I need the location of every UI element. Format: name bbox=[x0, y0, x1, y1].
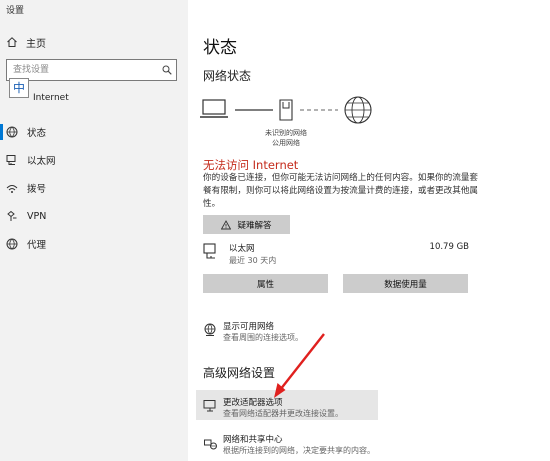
change-adapter-options-link[interactable]: 更改适配器选项 查看网络适配器并更改连接设置。 bbox=[203, 396, 463, 426]
proxy-globe-icon bbox=[6, 238, 18, 250]
data-usage-label: 数据使用量 bbox=[384, 279, 427, 290]
dialup-icon bbox=[6, 185, 18, 193]
sidebar-section-header: Internet bbox=[33, 93, 69, 103]
sidebar-item-label: 以太网 bbox=[27, 156, 56, 167]
sidebar-item-dialup[interactable]: 拨号 bbox=[0, 177, 188, 199]
ethernet-icon bbox=[6, 155, 16, 165]
main-content: 状态 网络状态 未识别的网络 公用网络 无法访问 Internet 你的设备已连… bbox=[188, 0, 550, 461]
advanced-settings-heading: 高级网络设置 bbox=[203, 366, 276, 380]
sidebar-item-label: 代理 bbox=[27, 240, 47, 251]
internet-globe-icon bbox=[344, 96, 372, 124]
page-title: 状态 bbox=[203, 38, 237, 58]
troubleshoot-button[interactable]: 疑难解答 bbox=[203, 215, 290, 234]
sidebar-home[interactable]: 主页 bbox=[6, 34, 46, 50]
home-icon bbox=[7, 37, 17, 47]
show-available-networks-link[interactable]: 显示可用网络 查看周围的连接选项。 bbox=[203, 320, 463, 350]
sharing-center-icon bbox=[204, 439, 217, 450]
sharing-center-title: 网络和共享中心 bbox=[223, 435, 283, 445]
ethernet-adapter-icon bbox=[203, 243, 216, 259]
search-box[interactable] bbox=[6, 59, 177, 81]
sidebar-item-label: 状态 bbox=[27, 128, 47, 139]
network-sharing-center-link[interactable]: 网络和共享中心 根据所连接到的网络，决定要共享的内容。 bbox=[203, 433, 463, 461]
settings-sidebar: 设置 主页 中 Internet 状态 以太网 bbox=[0, 0, 188, 461]
show-networks-subtitle: 查看周围的连接选项。 bbox=[223, 333, 303, 342]
sidebar-item-label: VPN bbox=[27, 210, 47, 222]
connection-row: 以太网 最近 30 天内 10.79 GB bbox=[203, 240, 469, 268]
sharing-center-subtitle: 根据所连接到的网络，决定要共享的内容。 bbox=[223, 446, 375, 455]
error-title: 无法访问 Internet bbox=[203, 158, 299, 172]
warning-icon bbox=[221, 219, 232, 229]
globe-network-icon bbox=[204, 323, 216, 336]
laptop-icon bbox=[200, 99, 228, 118]
ime-indicator: 中 bbox=[9, 78, 29, 98]
show-networks-title: 显示可用网络 bbox=[223, 322, 275, 332]
error-description: 你的设备已连接，但你可能无法访问网络上的任何内容。如果你的流量套餐有限制，则你可… bbox=[203, 173, 479, 209]
search-input[interactable] bbox=[13, 63, 143, 77]
search-icon[interactable] bbox=[162, 65, 172, 75]
diagram-network-label: 未识别的网络 bbox=[265, 129, 307, 137]
network-device-icon bbox=[279, 99, 293, 121]
adapter-options-title: 更改适配器选项 bbox=[223, 398, 283, 408]
connection-name: 以太网 bbox=[229, 244, 255, 254]
status-globe-icon bbox=[6, 126, 18, 138]
properties-label: 属性 bbox=[256, 279, 274, 290]
adapter-options-subtitle: 查看网络适配器并更改连接设置。 bbox=[223, 409, 343, 418]
sidebar-item-status[interactable]: 状态 bbox=[0, 121, 188, 143]
troubleshoot-label: 疑难解答 bbox=[237, 220, 272, 231]
sidebar-item-vpn[interactable]: VPN bbox=[0, 205, 188, 227]
connection-data-used: 10.79 GB bbox=[429, 242, 469, 252]
window-title: 设置 bbox=[6, 6, 25, 16]
adapter-monitor-icon bbox=[203, 400, 216, 412]
vpn-icon bbox=[7, 210, 17, 221]
sidebar-item-proxy[interactable]: 代理 bbox=[0, 233, 188, 255]
network-status-heading: 网络状态 bbox=[203, 69, 252, 83]
home-label: 主页 bbox=[26, 38, 46, 50]
sidebar-item-label: 拨号 bbox=[27, 184, 47, 195]
data-usage-button[interactable]: 数据使用量 bbox=[343, 274, 468, 293]
network-diagram: 未识别的网络 公用网络 bbox=[200, 94, 390, 154]
properties-button[interactable]: 属性 bbox=[203, 274, 328, 293]
connection-period: 最近 30 天内 bbox=[229, 256, 277, 265]
diagram-network-type: 公用网络 bbox=[272, 139, 300, 147]
sidebar-item-ethernet[interactable]: 以太网 bbox=[0, 149, 188, 171]
